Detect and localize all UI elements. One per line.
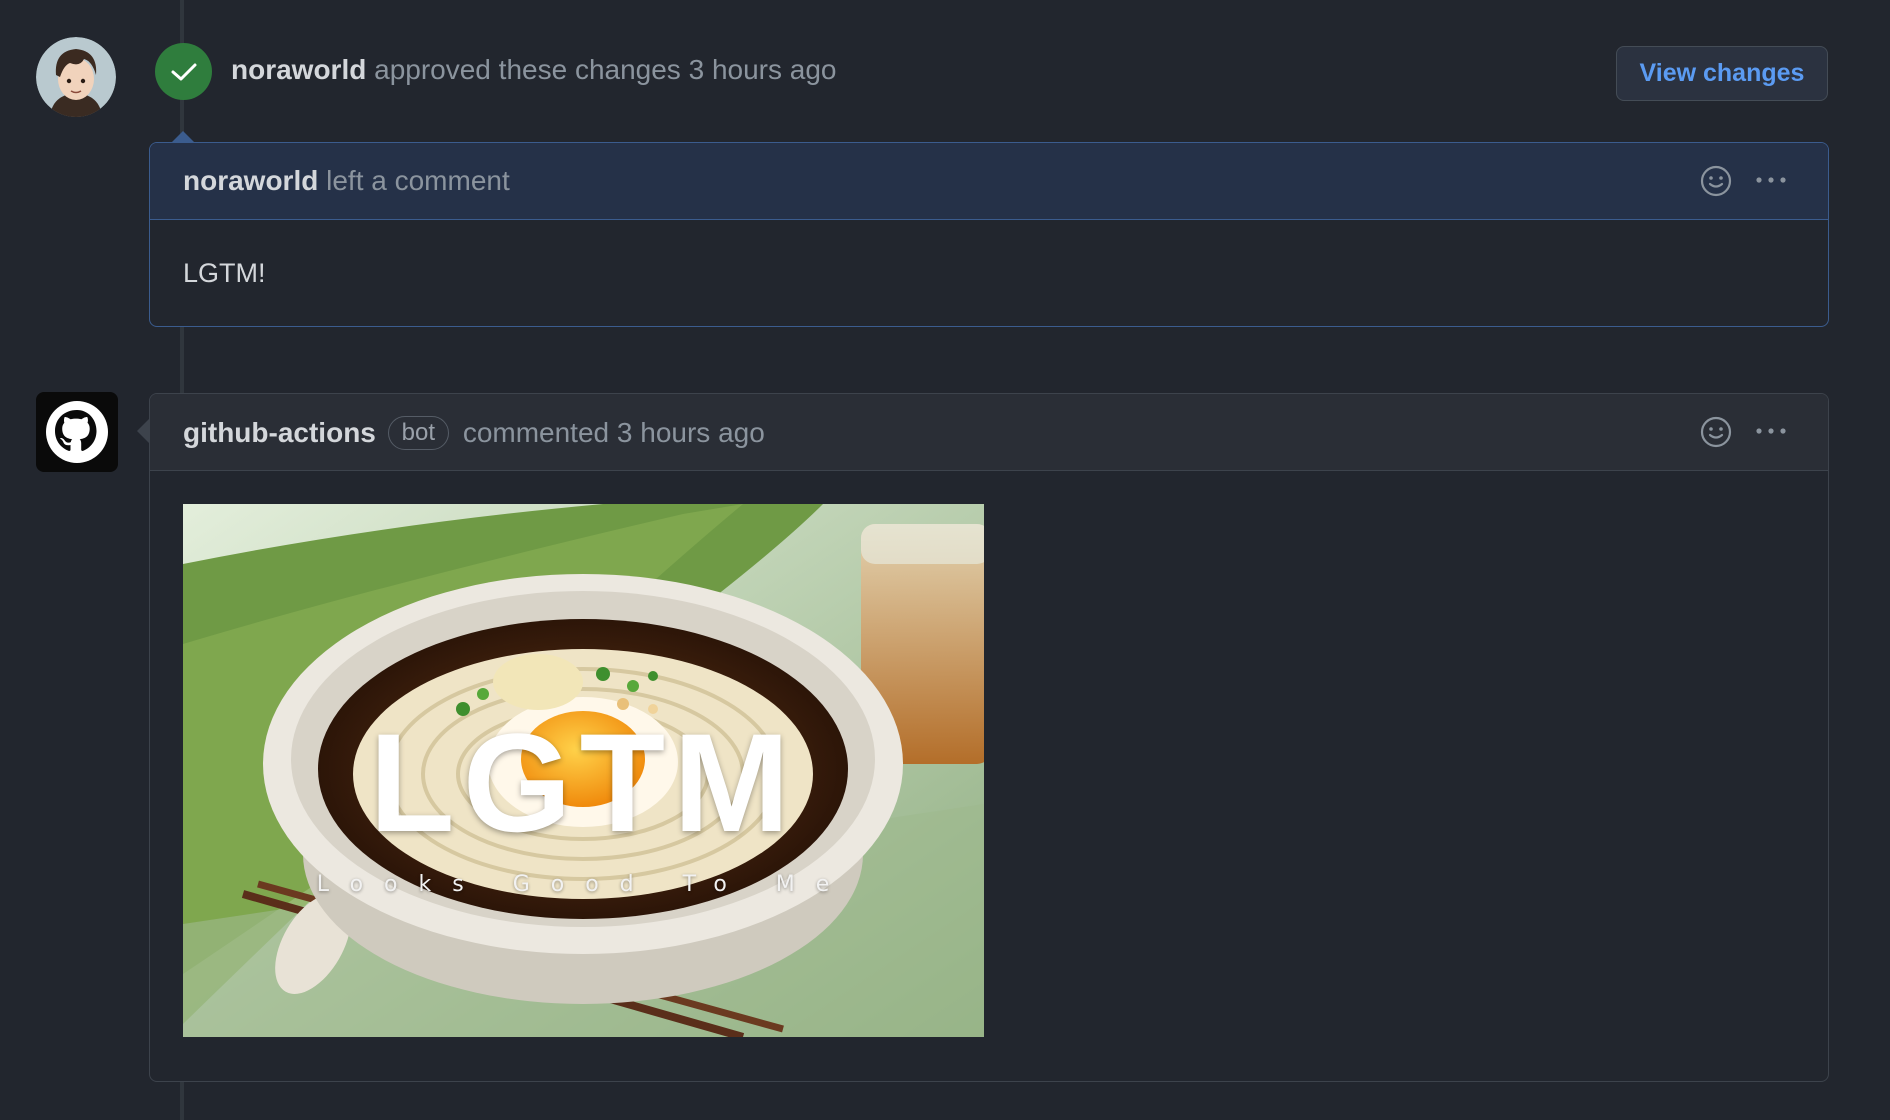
bot-author[interactable]: github-actions [183,417,376,448]
kebab-icon[interactable] [1752,165,1790,195]
bot-badge: bot [387,416,450,450]
review-comment: noraworld left a comment LGTM! [149,142,1829,327]
review-time[interactable]: 3 hours ago [689,54,837,85]
smiley-icon[interactable] [1699,164,1733,198]
review-action: approved these changes [374,54,681,85]
bot-comment: github-actions bot commented 3 hours ago [149,393,1829,1082]
bot-comment-header: github-actions bot commented 3 hours ago [150,394,1828,471]
comment-header: noraworld left a comment [150,143,1828,220]
comment-action: left a comment [326,165,510,196]
view-changes-button[interactable]: View changes [1616,46,1828,101]
github-mark-icon [46,401,108,463]
avatar[interactable] [36,37,116,117]
comment-header-text: noraworld left a comment [183,165,510,197]
comment-body: LGTM! [183,258,266,288]
udon-photo [183,504,984,1037]
kebab-icon[interactable] [1752,416,1790,446]
bot-comment-header-text: github-actions bot commented 3 hours ago [183,416,765,450]
bot-avatar[interactable] [36,392,118,472]
review-summary: noraworld approved these changes 3 hours… [231,54,836,86]
smiley-icon[interactable] [1699,415,1733,449]
approved-badge [155,43,212,100]
lgtm-image[interactable]: LGTM Looks Good To Me [183,504,984,1037]
bot-comment-action: commented [462,417,610,448]
comment-author[interactable]: noraworld [183,165,318,196]
bot-comment-time[interactable]: 3 hours ago [617,417,765,448]
check-icon [171,63,196,80]
avatar-illustration [36,37,116,117]
reviewer-username[interactable]: noraworld [231,54,366,85]
